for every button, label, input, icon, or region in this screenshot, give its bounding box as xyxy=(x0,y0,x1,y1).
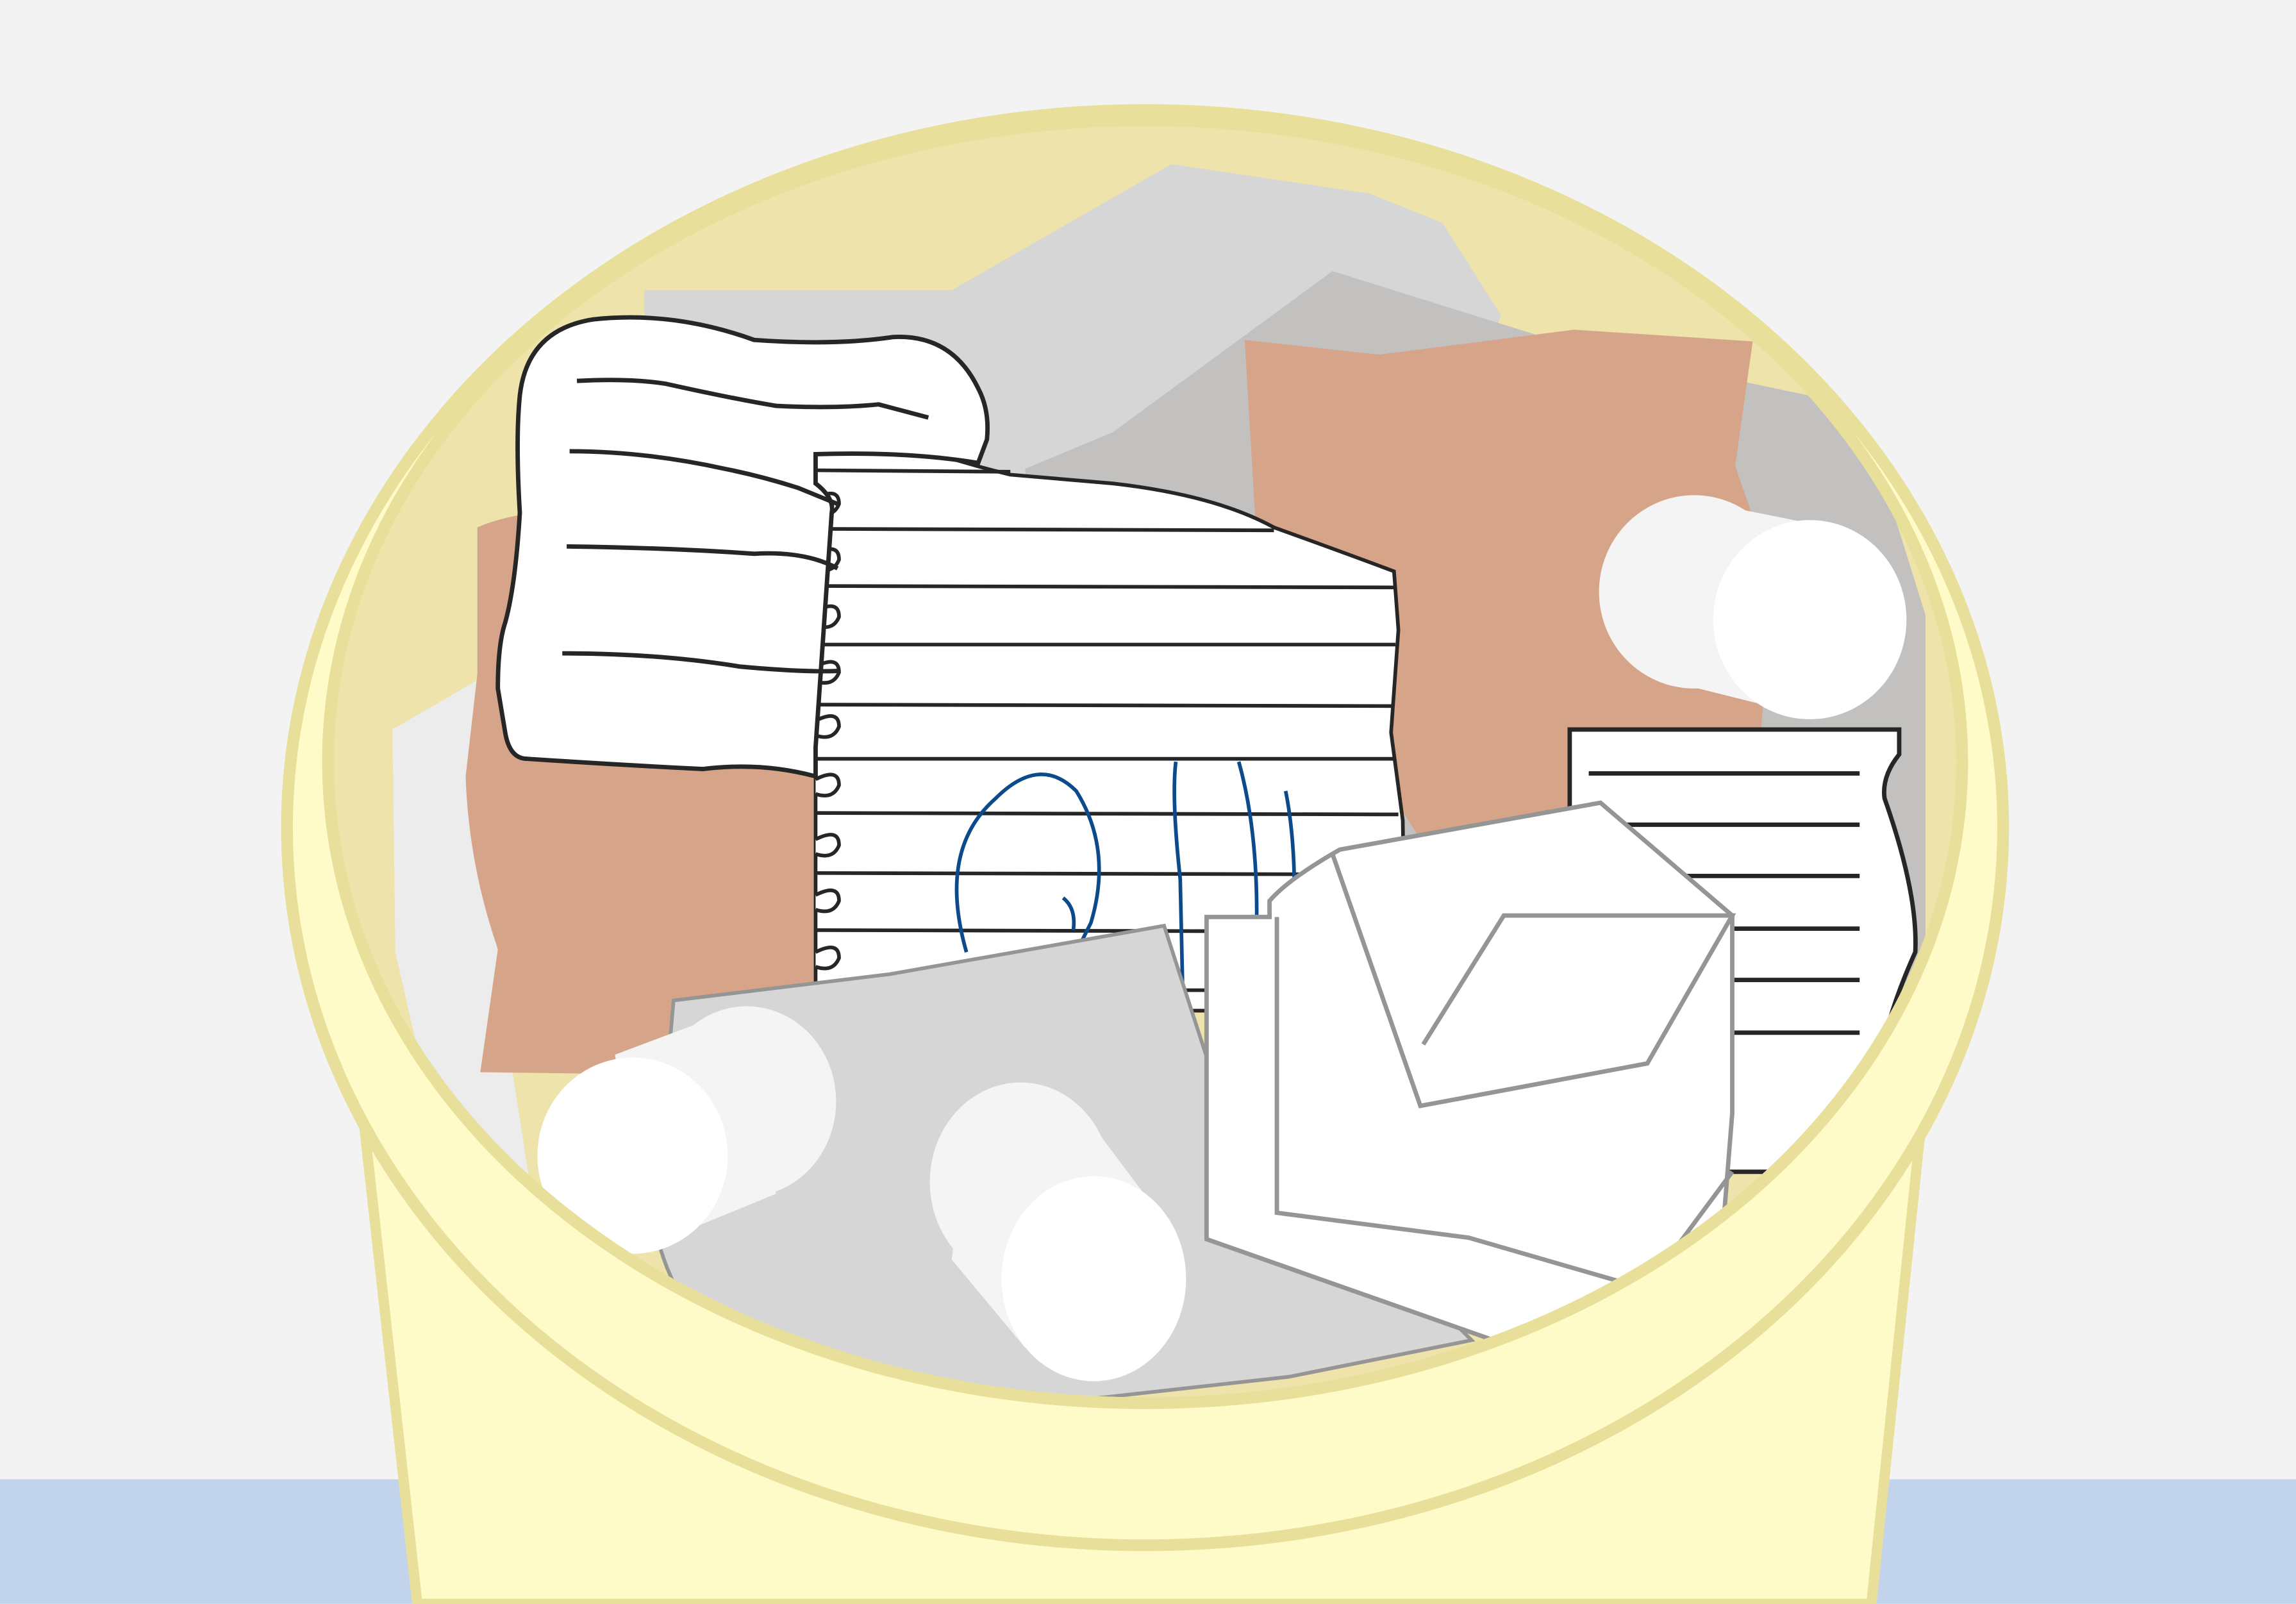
bin-contents xyxy=(392,164,1926,1403)
recycling-bin-scene xyxy=(0,0,2296,1604)
scene-canvas xyxy=(0,0,2296,1604)
